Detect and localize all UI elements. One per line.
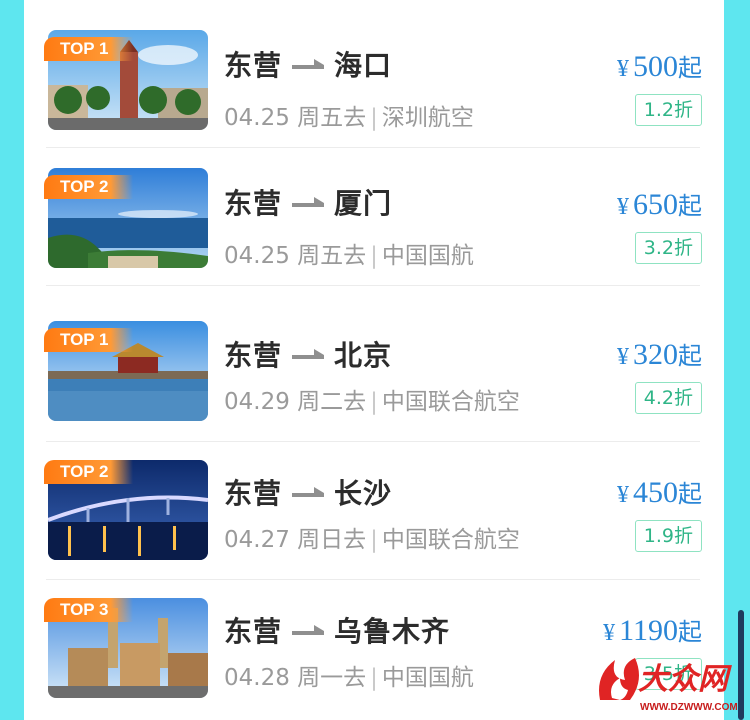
- rank-badge: TOP 2: [44, 460, 133, 484]
- airline: 中国联合航空: [381, 389, 520, 415]
- flight-info: 04.25 周五去 | 中国国航: [224, 243, 474, 269]
- price: ¥320起: [617, 338, 702, 371]
- departure-date: 04.25: [224, 105, 290, 131]
- origin-city: 东营: [224, 477, 283, 510]
- discount-tag: 1.2折: [634, 94, 702, 126]
- flight-row[interactable]: TOP 2 东营 厦门 04.25 周五去 | 中国国航 ¥650起 3.2折: [24, 148, 724, 286]
- route-arrow-icon: [292, 487, 325, 497]
- rank-badge: TOP 3: [44, 598, 133, 622]
- origin-city: 东营: [224, 187, 283, 220]
- route-arrow-icon: [292, 625, 325, 635]
- departure-date: 04.28: [224, 665, 290, 691]
- weekday: 周五去: [297, 243, 367, 269]
- destination-city: 乌鲁木齐: [334, 615, 451, 648]
- price: ¥1190起: [603, 614, 702, 647]
- price: ¥500起: [617, 50, 702, 83]
- flight-info: 04.28 周一去 | 中国国航: [224, 665, 474, 691]
- route: 东营 海口: [224, 44, 392, 84]
- destination-city: 海口: [334, 49, 393, 82]
- flight-info: 04.25 周五去 | 深圳航空: [224, 105, 474, 131]
- flight-row[interactable]: TOP 1 东营 北京 04.29 周二去 | 中国联合航空 ¥320起 4.2折: [24, 286, 724, 442]
- price: ¥650起: [617, 188, 702, 221]
- route: 东营 乌鲁木齐: [224, 610, 450, 650]
- weekday: 周日去: [297, 527, 367, 553]
- discount-tag: 1.9折: [634, 520, 702, 552]
- departure-date: 04.25: [224, 243, 290, 269]
- rank-badge: TOP 2: [44, 175, 133, 199]
- watermark-logo: 大众网 WWW.DZWWW.COM: [590, 650, 740, 714]
- destination-city: 厦门: [334, 187, 393, 220]
- discount-tag: 3.2折: [634, 232, 702, 264]
- airline: 中国国航: [381, 243, 474, 269]
- route-arrow-icon: [292, 59, 325, 69]
- route: 东营 厦门: [224, 182, 392, 222]
- origin-city: 东营: [224, 339, 283, 372]
- weekday: 周一去: [297, 665, 367, 691]
- departure-date: 04.27: [224, 527, 290, 553]
- route: 东营 北京: [224, 334, 392, 374]
- watermark-url: WWW.DZWWW.COM: [640, 702, 738, 713]
- flight-info: 04.27 周日去 | 中国联合航空: [224, 527, 520, 553]
- origin-city: 东营: [224, 49, 283, 82]
- weekday: 周五去: [297, 105, 367, 131]
- rank-badge: TOP 1: [44, 37, 133, 61]
- discount-tag: 4.2折: [634, 382, 702, 414]
- route-arrow-icon: [292, 197, 325, 207]
- watermark-brand: 大众网: [638, 662, 728, 697]
- airline: 中国国航: [381, 665, 474, 691]
- origin-city: 东营: [224, 615, 283, 648]
- rank-badge: TOP 1: [44, 328, 133, 352]
- route-arrow-icon: [292, 349, 325, 359]
- airline: 深圳航空: [381, 105, 474, 131]
- flight-row[interactable]: TOP 1 东营 海口 04.25 周五去 | 深圳航空 ¥500起 1.2折: [24, 10, 724, 148]
- departure-date: 04.29: [224, 389, 290, 415]
- destination-city: 长沙: [334, 477, 393, 510]
- destination-city: 北京: [334, 339, 393, 372]
- flight-info: 04.29 周二去 | 中国联合航空: [224, 389, 520, 415]
- price: ¥450起: [617, 476, 702, 509]
- flight-row[interactable]: TOP 2 东营 长沙 04.27 周日去 | 中国联合航空 ¥450起 1.9折: [24, 442, 724, 580]
- weekday: 周二去: [297, 389, 367, 415]
- route: 东营 长沙: [224, 472, 392, 512]
- airline: 中国联合航空: [381, 527, 520, 553]
